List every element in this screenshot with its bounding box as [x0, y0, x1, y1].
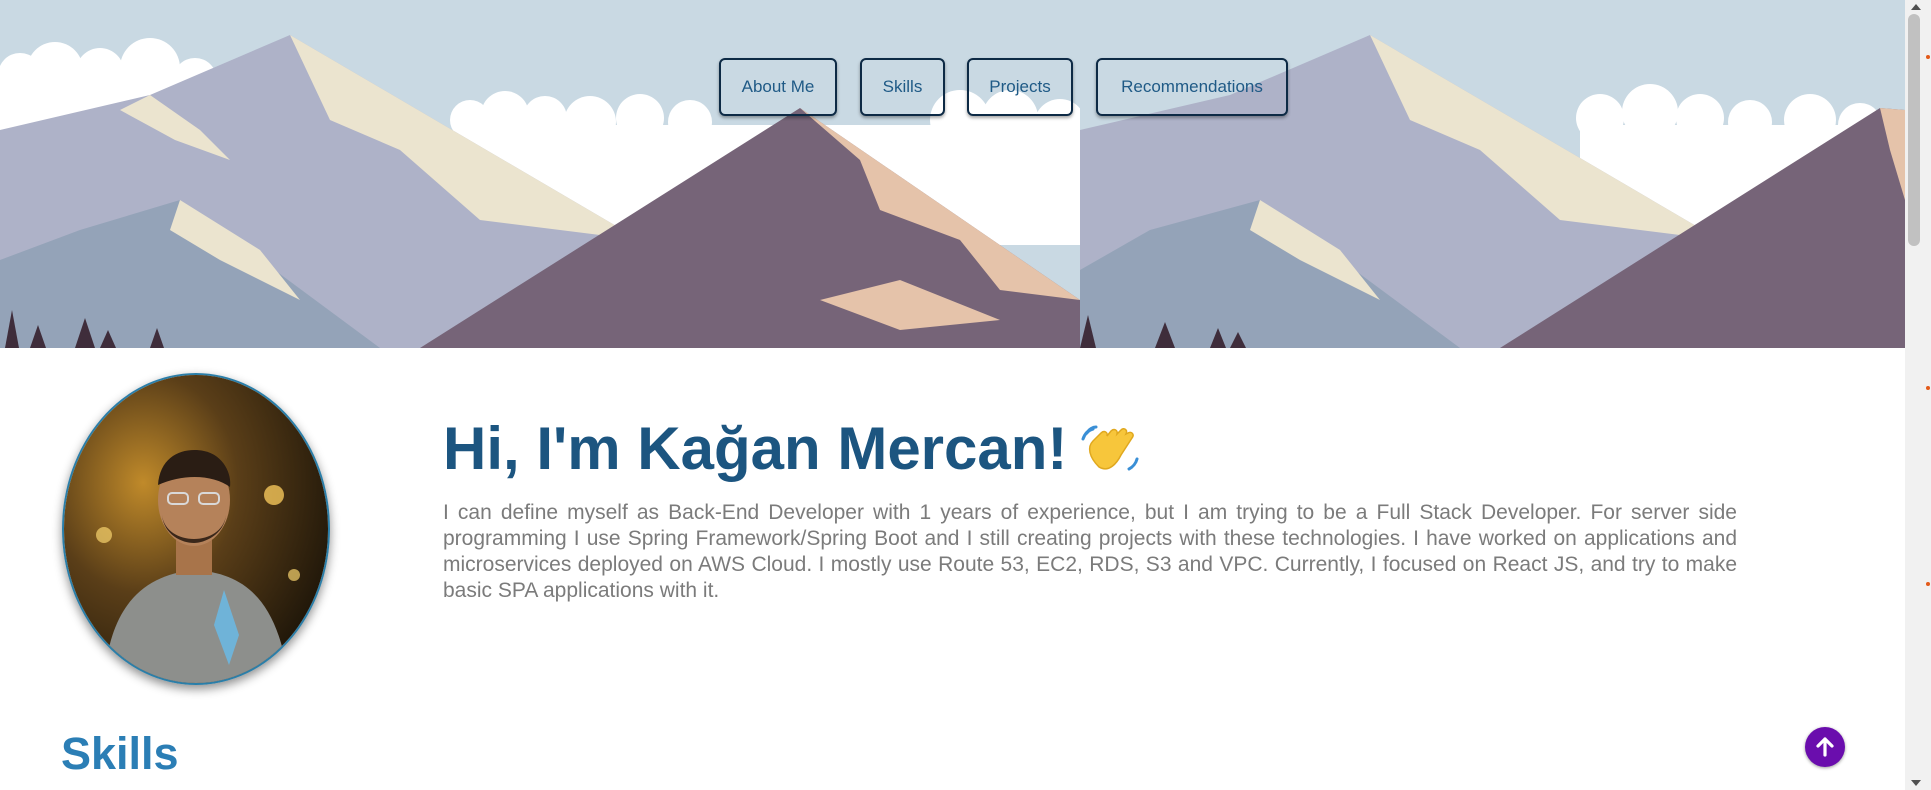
main-nav: About Me Skills Projects Recommendations — [0, 58, 1905, 120]
scroll-down-arrow-icon[interactable] — [1911, 780, 1921, 786]
nav-skills-button[interactable]: Skills — [860, 58, 945, 116]
scroll-marker — [1926, 386, 1930, 390]
scroll-up-arrow-icon[interactable] — [1911, 4, 1921, 10]
waving-hand-icon — [1081, 419, 1141, 479]
nav-projects-button[interactable]: Projects — [967, 58, 1073, 116]
scroll-to-top-button[interactable] — [1805, 727, 1845, 767]
scrollbar-thumb[interactable] — [1908, 14, 1920, 246]
bio-paragraph: I can define myself as Back-End Develope… — [443, 501, 1737, 602]
profile-photo — [64, 375, 328, 683]
nav-about-me-button[interactable]: About Me — [719, 58, 837, 116]
scroll-marker — [1926, 55, 1930, 59]
scroll-marker — [1926, 582, 1930, 586]
intro-heading-text: Hi, I'm Kağan Mercan! — [443, 415, 1068, 482]
profile-avatar — [62, 373, 330, 685]
skills-section-title: Skills — [61, 728, 179, 779]
intro-heading: Hi, I'm Kağan Mercan! — [443, 414, 1141, 483]
hero-banner: About Me Skills Projects Recommendations — [0, 0, 1905, 348]
mountain-illustration — [0, 0, 1905, 348]
nav-recommendations-button[interactable]: Recommendations — [1096, 58, 1288, 116]
arrow-up-icon — [1816, 737, 1834, 757]
